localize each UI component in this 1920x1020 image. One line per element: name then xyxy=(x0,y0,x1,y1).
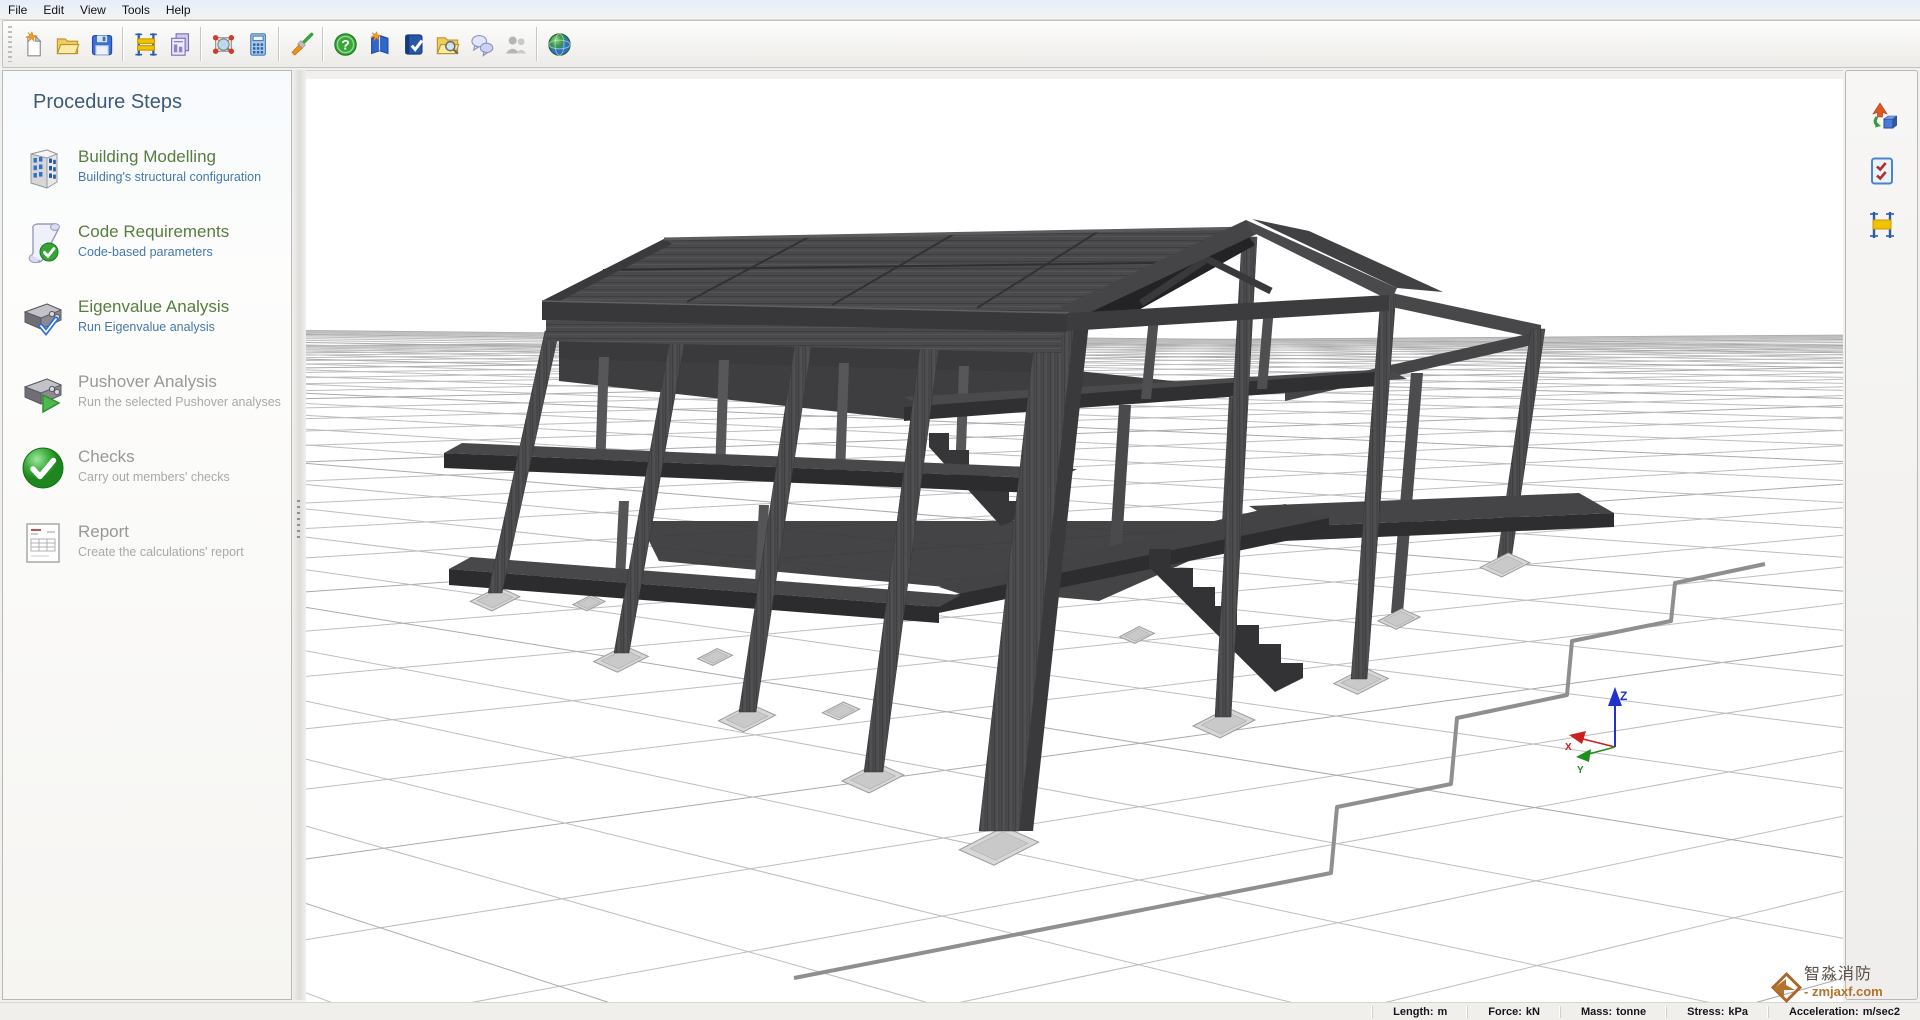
frame-modeller-icon xyxy=(132,31,159,58)
manual-book-icon xyxy=(400,31,427,58)
axis-y-label: Y xyxy=(1577,765,1584,776)
open-button[interactable] xyxy=(50,25,84,63)
website-globe-icon xyxy=(546,31,573,58)
calculator-icon xyxy=(244,31,271,58)
paintbrush-icon xyxy=(288,31,315,58)
eigenvalue-button[interactable] xyxy=(206,25,240,63)
scroll-check-icon xyxy=(19,219,67,267)
step-description: Run the selected Pushover analyses xyxy=(78,395,281,409)
watermark-site: - zmjaxf.com xyxy=(1804,983,1883,1000)
view-tools-panel xyxy=(1845,70,1918,1000)
menu-edit[interactable]: Edit xyxy=(35,2,72,18)
svg-text:?: ? xyxy=(341,36,350,52)
new-file-button[interactable] xyxy=(16,25,50,63)
axis-triad: Z X Y xyxy=(1565,687,1627,776)
support-people-icon xyxy=(502,31,529,58)
save-icon xyxy=(88,31,115,58)
building-icon xyxy=(19,144,67,192)
displacement-view-button[interactable] xyxy=(1862,97,1902,137)
status-force-unit: Force:kN xyxy=(1467,1006,1560,1018)
report-document-icon xyxy=(166,31,193,58)
paintbrush-button[interactable] xyxy=(284,25,318,63)
toolbar-separator xyxy=(278,27,280,61)
step-label: Building Modelling xyxy=(78,146,261,168)
report-icon xyxy=(19,519,67,567)
step-description: Create the calculations' report xyxy=(78,545,244,559)
frame-modeller-button[interactable] xyxy=(128,25,162,63)
step-label: Checks xyxy=(78,446,230,468)
status-length-unit: Length:m xyxy=(1372,1006,1467,1018)
menu-help[interactable]: Help xyxy=(158,2,199,18)
tutorial-button[interactable] xyxy=(362,25,396,63)
frame-view-button[interactable] xyxy=(1862,205,1902,245)
axis-x-label: X xyxy=(1565,742,1572,753)
status-mass-unit: Mass:tonne xyxy=(1560,1006,1666,1018)
sidebar-item-code-requirements[interactable]: Code Requirements Code-based parameters xyxy=(19,219,283,267)
new-file-icon xyxy=(20,31,47,58)
watermark-name: 智淼消防 xyxy=(1804,966,1883,983)
website-button[interactable] xyxy=(542,25,576,63)
toolbar-separator xyxy=(122,27,124,61)
forum-bubbles-icon xyxy=(468,31,495,58)
status-bar: Length:m Force:kN Mass:tonne Stress:kPa … xyxy=(0,1002,1920,1020)
sidebar-item-eigenvalue-analysis[interactable]: Eigenvalue Analysis Run Eigenvalue analy… xyxy=(19,294,283,342)
step-label: Report xyxy=(78,521,244,543)
forum-button[interactable] xyxy=(464,25,498,63)
green-check-icon xyxy=(19,444,67,492)
frame-view-icon xyxy=(1867,210,1897,240)
step-label: Pushover Analysis xyxy=(78,371,281,393)
panel-title: Procedure Steps xyxy=(33,91,291,114)
step-label: Code Requirements xyxy=(78,221,229,243)
axis-z-label: Z xyxy=(1620,689,1627,703)
menu-tools[interactable]: Tools xyxy=(114,2,158,18)
step-label: Eigenvalue Analysis xyxy=(78,296,229,318)
support-button[interactable] xyxy=(498,25,532,63)
menu-file[interactable]: File xyxy=(0,2,35,18)
procedure-steps-panel: Procedure Steps Building Modelling Build… xyxy=(2,70,292,1000)
save-button[interactable] xyxy=(84,25,118,63)
model-3d-view: Z X Y xyxy=(306,71,1843,1003)
report-preview-button[interactable] xyxy=(162,25,196,63)
manual-button[interactable] xyxy=(396,25,430,63)
sidebar-item-pushover-analysis[interactable]: Pushover Analysis Run the selected Pusho… xyxy=(19,369,283,417)
model-3d-viewport[interactable]: Z X Y xyxy=(306,70,1843,1003)
eigenvalue-nodes-icon xyxy=(210,31,237,58)
tutorial-book-icon xyxy=(366,31,393,58)
panel-splitter[interactable] xyxy=(292,70,306,1000)
sidebar-item-checks[interactable]: Checks Carry out members' checks xyxy=(19,444,283,492)
watermark: 智淼消防 - zmjaxf.com xyxy=(1768,966,1883,1008)
watermark-logo-icon xyxy=(1768,970,1804,1008)
displacement-view-icon xyxy=(1867,102,1897,132)
sidebar-item-report[interactable]: Report Create the calculations' report xyxy=(19,519,283,567)
examples-folder-icon xyxy=(434,31,461,58)
step-description: Carry out members' checks xyxy=(78,470,230,484)
calculator-button[interactable] xyxy=(240,25,274,63)
open-folder-icon xyxy=(54,31,81,58)
splitter-handle-icon xyxy=(297,500,300,540)
step-description: Code-based parameters xyxy=(78,245,213,259)
toolbar-separator xyxy=(322,27,324,61)
sidebar-item-building-modelling[interactable]: Building Modelling Building's structural… xyxy=(19,144,283,192)
step-description: Run Eigenvalue analysis xyxy=(78,320,215,334)
analysis-run-icon xyxy=(19,369,67,417)
help-icon: ? xyxy=(332,31,359,58)
checks-list-button[interactable] xyxy=(1862,151,1902,191)
analysis-check-icon xyxy=(19,294,67,342)
status-stress-unit: Stress:kPa xyxy=(1666,1006,1768,1018)
toolbar-separator xyxy=(536,27,538,61)
examples-button[interactable] xyxy=(430,25,464,63)
main-toolbar: ? xyxy=(2,20,1920,68)
toolbar-separator xyxy=(200,27,202,61)
step-description: Building's structural configuration xyxy=(78,170,261,184)
menu-bar: File Edit View Tools Help xyxy=(0,0,1920,20)
toolbar-grip[interactable] xyxy=(8,26,12,62)
help-button[interactable]: ? xyxy=(328,25,362,63)
checks-list-icon xyxy=(1867,156,1897,186)
menu-view[interactable]: View xyxy=(72,2,114,18)
